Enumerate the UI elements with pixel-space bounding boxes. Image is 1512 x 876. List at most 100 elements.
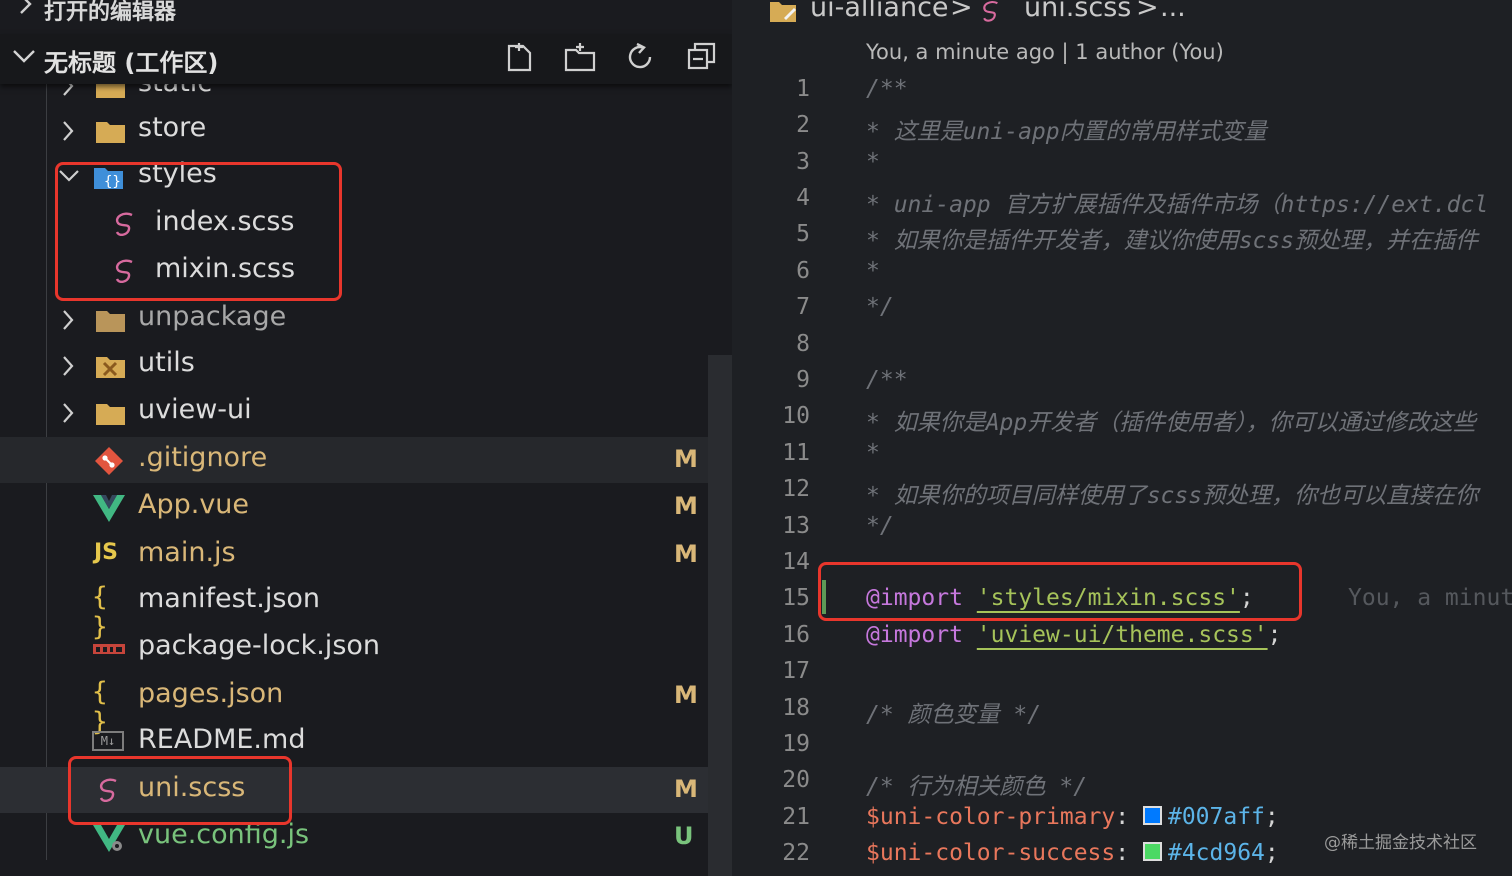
json-icon: { } — [92, 677, 108, 737]
color-swatch-success[interactable] — [1142, 842, 1162, 861]
breadcrumb: ui-alliance > uni.scss > ... — [732, 0, 1512, 34]
line-number: 9 — [796, 367, 810, 393]
scss-variable: $uni-color-success — [866, 840, 1116, 866]
breadcrumb-separator: > — [950, 0, 973, 23]
chevron-right-icon — [60, 354, 76, 382]
tree-folder-uview-ui[interactable]: uview-ui — [0, 389, 708, 435]
line-number: 15 — [782, 585, 810, 611]
npm-icon — [92, 634, 126, 664]
tree-file-gitignore[interactable]: .gitignore M — [0, 437, 708, 483]
tree-label: manifest.json — [138, 583, 321, 614]
code-line-21: $uni-color-primary: #007aff; — [866, 804, 1279, 830]
semicolon: ; — [1267, 622, 1282, 648]
json-icon: { } — [92, 582, 108, 642]
tree-label: README.md — [138, 724, 306, 755]
refresh-icon[interactable] — [623, 40, 657, 74]
code-line-3: * — [866, 149, 880, 175]
code-line-6: * — [866, 258, 880, 284]
tree-label: unpackage — [138, 301, 287, 332]
codelens-blame[interactable]: You, a minute ago | 1 author (You) — [866, 40, 1224, 64]
explorer-sidebar: 打开的编辑器 无标题 (工作区) static store — [0, 0, 732, 876]
breadcrumb-root[interactable]: ui-alliance — [810, 0, 949, 23]
workspace-title: 无标题 (工作区) — [44, 49, 219, 77]
modified-badge: M — [674, 445, 698, 473]
modified-badge: M — [674, 492, 698, 520]
modified-badge: M — [674, 540, 698, 568]
color-swatch-primary[interactable] — [1142, 806, 1162, 825]
chevron-right-icon — [16, 0, 36, 22]
tree-file-pages-json[interactable]: { } pages.json M — [0, 673, 708, 737]
open-editors-title: 打开的编辑器 — [44, 0, 177, 25]
highlight-uni-scss — [68, 756, 292, 825]
open-editors-header[interactable]: 打开的编辑器 — [0, 0, 732, 30]
utils-folder-icon — [94, 351, 128, 381]
watermark: @稀土掘金技术社区 — [1324, 833, 1477, 853]
import-path[interactable]: 'uview-ui/theme.scss' — [977, 622, 1268, 648]
code-line-12: * 如果你的项目同样使用了scss预处理，你也可以直接在你 — [866, 483, 1479, 509]
tree-file-app-vue[interactable]: App.vue M — [0, 484, 708, 530]
line-number: 2 — [796, 112, 810, 138]
code-line-11: * — [866, 440, 880, 466]
breadcrumb-more[interactable]: ... — [1160, 0, 1186, 23]
workspace-header[interactable]: 无标题 (工作区) — [0, 34, 732, 84]
sass-icon — [978, 0, 1008, 33]
line-number: 19 — [782, 731, 810, 757]
markdown-icon: M↓ — [92, 731, 124, 751]
line-number: 22 — [782, 840, 810, 866]
line-number: 18 — [782, 695, 810, 721]
tree-folder-utils[interactable]: utils — [0, 342, 708, 388]
line-number: 6 — [796, 258, 810, 284]
folder-icon — [94, 305, 128, 335]
line-number: 13 — [782, 513, 810, 539]
tree-label: main.js — [138, 537, 236, 568]
tree-file-main-js[interactable]: JS main.js M — [0, 532, 708, 578]
tree-label: store — [138, 112, 207, 143]
line-number: 1 — [796, 76, 810, 102]
code-line-18: /* 颜色变量 */ — [866, 702, 1042, 728]
code-line-7: */ — [866, 294, 894, 320]
js-icon: JS — [94, 540, 119, 565]
vue-icon — [92, 493, 126, 523]
line-number: 5 — [796, 221, 810, 247]
tree-label: pages.json — [138, 678, 284, 709]
tree-folder-unpackage[interactable]: unpackage — [0, 296, 708, 342]
breadcrumb-file[interactable]: uni.scss — [1024, 0, 1131, 23]
folder-icon — [768, 0, 798, 31]
scss-variable: $uni-color-primary — [866, 804, 1116, 830]
untracked-badge: U — [674, 822, 694, 850]
explorer-scrollbar[interactable] — [708, 355, 732, 876]
semicolon: ; — [1264, 804, 1279, 830]
chevron-right-icon — [60, 401, 76, 429]
code-editor[interactable]: ui-alliance > uni.scss > ... You, a minu… — [732, 0, 1512, 876]
code-line-4: * uni-app 官方扩展插件及插件市场（https://ext.dcl — [866, 192, 1489, 218]
breadcrumb-separator: > — [1136, 0, 1159, 23]
line-number: 3 — [796, 149, 810, 175]
new-folder-icon[interactable] — [563, 40, 597, 74]
folder-icon — [94, 398, 128, 428]
tree-label: uview-ui — [138, 394, 252, 425]
chevron-right-icon — [60, 308, 76, 336]
modified-badge: M — [674, 775, 698, 803]
colon: : — [1115, 840, 1130, 866]
code-line-10: * 如果你是App开发者（插件使用者），你可以通过修改这些 — [866, 410, 1476, 436]
code-line-1: /** — [866, 76, 908, 102]
new-file-icon[interactable] — [503, 40, 537, 74]
code-line-2: * 这里是uni-app内置的常用样式变量 — [866, 119, 1267, 145]
vue-config-icon — [92, 823, 126, 853]
line-number: 20 — [782, 767, 810, 793]
tree-label: .gitignore — [138, 442, 268, 473]
chevron-right-icon — [60, 119, 76, 147]
code-line-20: /* 行为相关颜色 */ — [866, 774, 1088, 800]
tree-file-manifest-json[interactable]: { } manifest.json — [0, 578, 708, 642]
code-line-5: * 如果你是插件开发者，建议你使用scss预处理，并在插件 — [866, 228, 1479, 254]
line-number: 8 — [796, 331, 810, 357]
collapse-all-icon[interactable] — [685, 40, 719, 74]
chevron-down-icon — [12, 44, 36, 74]
code-line-22: $uni-color-success: #4cd964; — [866, 840, 1279, 866]
highlight-import-line — [818, 562, 1302, 621]
tree-folder-store[interactable]: store — [0, 107, 708, 153]
line-number: 4 — [796, 185, 810, 211]
folder-icon — [94, 116, 128, 146]
tree-label: package-lock.json — [138, 630, 381, 661]
tree-file-package-lock-json[interactable]: package-lock.json — [0, 625, 708, 671]
